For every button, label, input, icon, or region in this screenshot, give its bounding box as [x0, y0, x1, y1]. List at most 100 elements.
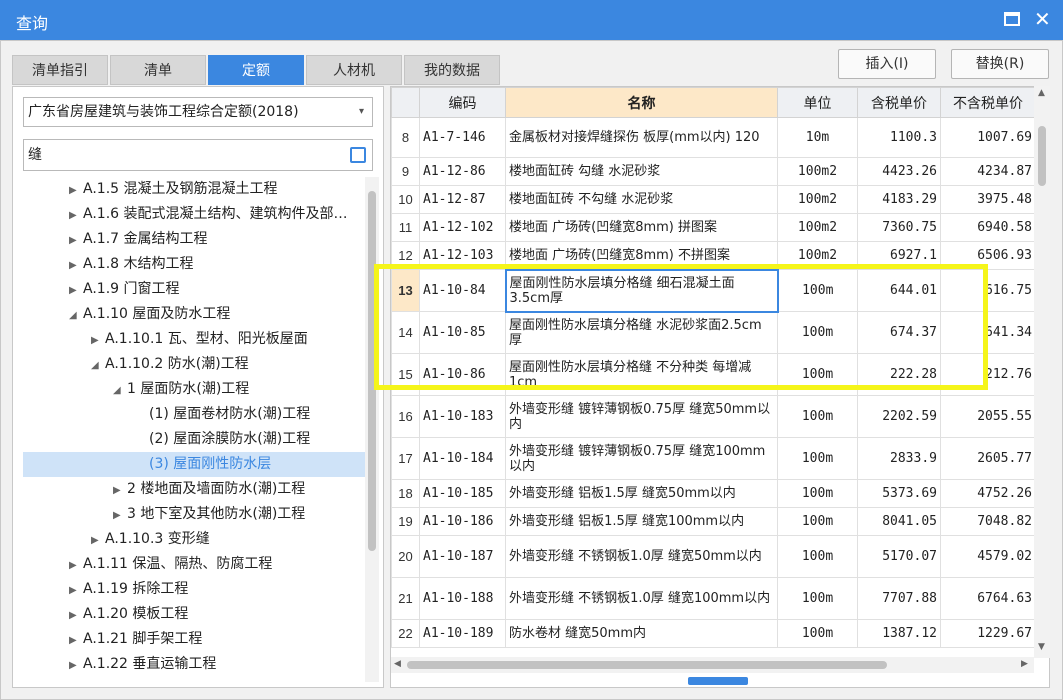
tree-item[interactable]: ▶ 2 楼地面及墙面防水(潮)工程	[23, 477, 369, 502]
cell-notax-price[interactable]: 641.34	[940, 311, 1036, 354]
tab-list-guide[interactable]: 清单指引	[12, 55, 108, 85]
cell-tax-price[interactable]: 4183.29	[857, 185, 941, 214]
cell-name[interactable]: 楼地面 广场砖(凹缝宽8mm) 拼图案	[505, 213, 778, 242]
search-input[interactable]: 缝	[23, 139, 373, 171]
cell-notax-price[interactable]: 2605.77	[940, 437, 1036, 480]
tree-item[interactable]: ▶ A.1.22 垂直运输工程	[23, 652, 369, 677]
scroll-right-icon[interactable]: ▶	[1021, 659, 1028, 669]
header-code[interactable]: 编码	[419, 87, 506, 118]
tree-item[interactable]: ▶ A.1.6 装配式混凝土结构、建筑构件及部…	[23, 202, 369, 227]
table-row[interactable]: 14 A1-10-85 屋面刚性防水层填分格缝 水泥砂浆面2.5cm厚 100m 674…	[391, 311, 1036, 354]
row-index[interactable]: 10	[391, 185, 420, 214]
tree-item[interactable]: ▶ A.1.7 金属结构工程	[23, 227, 369, 252]
cell-tax-price[interactable]: 222.28	[857, 353, 941, 396]
tree-item[interactable]: ▶ A.1.21 脚手架工程	[23, 627, 369, 652]
cell-notax-price[interactable]: 1229.67	[940, 619, 1036, 648]
row-index[interactable]: 15	[391, 353, 420, 396]
cell-tax-price[interactable]: 7707.88	[857, 577, 941, 620]
cell-name[interactable]: 防水卷材 缝宽50mm内	[505, 619, 778, 648]
row-index[interactable]: 13	[391, 269, 420, 312]
cell-unit[interactable]: 100m	[777, 437, 858, 480]
tree-scrollbar-thumb[interactable]	[368, 191, 376, 551]
scroll-left-icon[interactable]: ◀	[394, 659, 401, 669]
expand-icon[interactable]: ▶	[69, 628, 83, 653]
cell-name[interactable]: 屋面刚性防水层填分格缝 细石混凝土面3.5cm厚	[504, 268, 779, 313]
cell-unit[interactable]: 100m2	[777, 213, 858, 242]
cell-notax-price[interactable]: 6764.63	[940, 577, 1036, 620]
expand-icon[interactable]: ▶	[69, 653, 83, 678]
cell-name[interactable]: 屋面刚性防水层填分格缝 水泥砂浆面2.5cm厚	[505, 311, 778, 354]
cell-tax-price[interactable]: 1100.3	[857, 117, 941, 158]
table-row[interactable]: 20 A1-10-187 外墙变形缝 不锈钢板1.0厚 缝宽50mm以内 100m 51…	[391, 535, 1036, 578]
header-name[interactable]: 名称	[505, 87, 778, 118]
tree-item[interactable]: (2) 屋面涂膜防水(潮)工程	[23, 427, 369, 452]
insert-button[interactable]: 插入(I)	[838, 49, 936, 79]
cell-name[interactable]: 楼地面缸砖 不勾缝 水泥砂浆	[505, 185, 778, 214]
cell-code[interactable]: A1-10-85	[419, 311, 506, 354]
cell-tax-price[interactable]: 6927.1	[857, 241, 941, 270]
table-row[interactable]: 19 A1-10-186 外墙变形缝 铝板1.5厚 缝宽100mm以内 100m 804…	[391, 507, 1036, 536]
tree-item[interactable]: ▶ A.1.11 保温、隔热、防腐工程	[23, 552, 369, 577]
cell-name[interactable]: 楼地面缸砖 勾缝 水泥砂浆	[505, 157, 778, 186]
cell-tax-price[interactable]: 674.37	[857, 311, 941, 354]
panel-resize-grip[interactable]	[688, 677, 748, 685]
cell-code[interactable]: A1-12-86	[419, 157, 506, 186]
cell-notax-price[interactable]: 6940.58	[940, 213, 1036, 242]
cell-name[interactable]: 外墙变形缝 不锈钢板1.0厚 缝宽100mm以内	[505, 577, 778, 620]
tab-materials[interactable]: 人材机	[306, 55, 402, 85]
row-index[interactable]: 22	[391, 619, 420, 648]
collapse-icon[interactable]: ◢	[91, 353, 105, 378]
cell-notax-price[interactable]: 616.75	[940, 269, 1036, 312]
cell-unit[interactable]: 100m	[777, 269, 858, 312]
row-index[interactable]: 21	[391, 577, 420, 620]
cell-unit[interactable]: 10m	[777, 117, 858, 158]
cell-tax-price[interactable]: 1387.12	[857, 619, 941, 648]
cell-code[interactable]: A1-10-84	[419, 269, 506, 312]
tree-item[interactable]: (3) 屋面刚性防水层	[23, 452, 369, 477]
expand-icon[interactable]: ▶	[69, 203, 83, 228]
cell-notax-price[interactable]: 4752.26	[940, 479, 1036, 508]
maximize-icon[interactable]	[1004, 12, 1020, 26]
tab-list[interactable]: 清单	[110, 55, 206, 85]
row-index[interactable]: 20	[391, 535, 420, 578]
cell-name[interactable]: 外墙变形缝 铝板1.5厚 缝宽50mm以内	[505, 479, 778, 508]
cell-code[interactable]: A1-10-183	[419, 395, 506, 438]
cell-name[interactable]: 外墙变形缝 铝板1.5厚 缝宽100mm以内	[505, 507, 778, 536]
table-vscrollbar-thumb[interactable]	[1038, 126, 1046, 186]
expand-icon[interactable]: ▶	[91, 528, 105, 553]
tree-scrollbar[interactable]	[365, 177, 379, 682]
cell-tax-price[interactable]: 2202.59	[857, 395, 941, 438]
cell-tax-price[interactable]: 644.01	[857, 269, 941, 312]
cell-name[interactable]: 外墙变形缝 镀锌薄钢板0.75厚 缝宽100mm以内	[505, 437, 778, 480]
cell-unit[interactable]: 100m	[777, 577, 858, 620]
table-vscrollbar[interactable]: ▲ ▼	[1034, 86, 1050, 658]
row-index[interactable]: 17	[391, 437, 420, 480]
cell-notax-price[interactable]: 212.76	[940, 353, 1036, 396]
collapse-icon[interactable]: ◢	[69, 303, 83, 328]
cell-unit[interactable]: 100m	[777, 395, 858, 438]
header-unit[interactable]: 单位	[777, 87, 858, 118]
cell-code[interactable]: A1-10-188	[419, 577, 506, 620]
table-row[interactable]: 10 A1-12-87 楼地面缸砖 不勾缝 水泥砂浆 100m2 4183.29 3975…	[391, 185, 1036, 214]
table-row[interactable]: 13 A1-10-84 屋面刚性防水层填分格缝 细石混凝土面3.5cm厚 100m 64…	[391, 268, 1036, 313]
cell-code[interactable]: A1-10-189	[419, 619, 506, 648]
cell-tax-price[interactable]: 7360.75	[857, 213, 941, 242]
header-tax-price[interactable]: 含税单价	[857, 87, 941, 118]
row-index[interactable]: 14	[391, 311, 420, 354]
header-index[interactable]	[391, 87, 420, 118]
cell-unit[interactable]: 100m	[777, 507, 858, 536]
cell-notax-price[interactable]: 6506.93	[940, 241, 1036, 270]
expand-icon[interactable]: ▶	[69, 253, 83, 278]
cell-unit[interactable]: 100m	[777, 619, 858, 648]
tree-item[interactable]: ▶ A.1.8 木结构工程	[23, 252, 369, 277]
cell-tax-price[interactable]: 8041.05	[857, 507, 941, 536]
tree-item[interactable]: ▶ A.1.20 模板工程	[23, 602, 369, 627]
cell-unit[interactable]: 100m	[777, 479, 858, 508]
cell-code[interactable]: A1-10-86	[419, 353, 506, 396]
tree-item[interactable]: ◢ 1 屋面防水(潮)工程	[23, 377, 369, 402]
expand-icon[interactable]: ▶	[69, 178, 83, 203]
cell-unit[interactable]: 100m	[777, 535, 858, 578]
row-index[interactable]: 16	[391, 395, 420, 438]
replace-button[interactable]: 替换(R)	[951, 49, 1049, 79]
cell-code[interactable]: A1-10-186	[419, 507, 506, 536]
